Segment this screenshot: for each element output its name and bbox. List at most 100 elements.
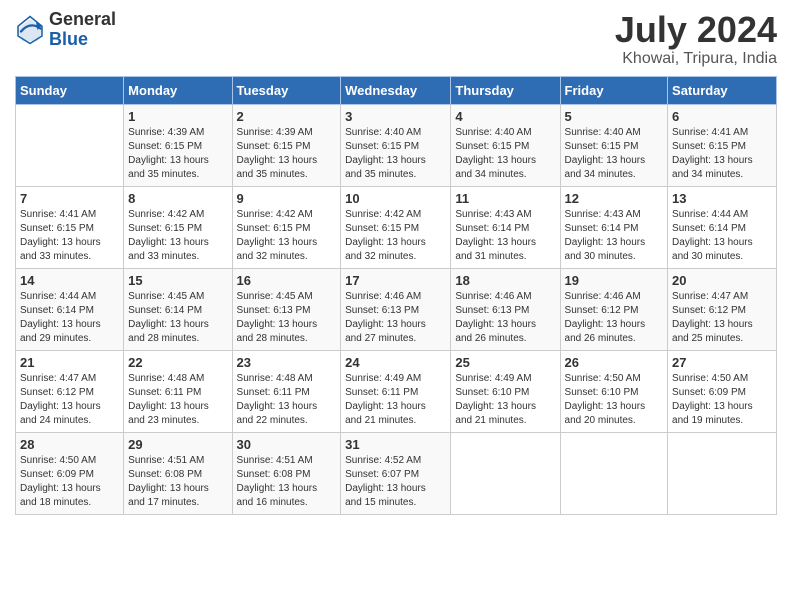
day-info: Sunrise: 4:46 AMSunset: 6:12 PMDaylight:… — [565, 290, 664, 346]
day-info: Sunrise: 4:46 AMSunset: 6:13 PMDaylight:… — [345, 290, 446, 346]
day-number: 18 — [455, 273, 555, 288]
day-number: 30 — [237, 437, 337, 452]
day-cell — [560, 432, 668, 514]
header-cell-monday: Monday — [124, 76, 232, 104]
day-number: 24 — [345, 355, 446, 370]
day-info: Sunrise: 4:47 AMSunset: 6:12 PMDaylight:… — [20, 372, 119, 428]
day-number: 29 — [128, 437, 227, 452]
day-cell: 2 Sunrise: 4:39 AMSunset: 6:15 PMDaylight… — [232, 104, 341, 186]
day-info: Sunrise: 4:51 AMSunset: 6:08 PMDaylight:… — [128, 454, 227, 510]
day-number: 2 — [237, 109, 337, 124]
logo-general: General — [49, 9, 116, 29]
day-cell: 10 Sunrise: 4:42 AMSunset: 6:15 PMDayligh… — [341, 186, 451, 268]
day-number: 12 — [565, 191, 664, 206]
day-cell: 28 Sunrise: 4:50 AMSunset: 6:09 PMDayligh… — [16, 432, 124, 514]
day-number: 3 — [345, 109, 446, 124]
week-row-4: 21Sunrise: 4:47 AMSunset: 6:12 PMDayligh… — [16, 350, 777, 432]
day-cell: 30 Sunrise: 4:51 AMSunset: 6:08 PMDayligh… — [232, 432, 341, 514]
day-number: 11 — [455, 191, 555, 206]
day-info: Sunrise: 4:40 AMSunset: 6:15 PMDaylight:… — [345, 126, 446, 182]
day-info: Sunrise: 4:49 AMSunset: 6:11 PMDaylight:… — [345, 372, 446, 428]
day-info: Sunrise: 4:42 AMSunset: 6:15 PMDaylight:… — [345, 208, 446, 264]
day-number: 17 — [345, 273, 446, 288]
calendar-table: SundayMondayTuesdayWednesdayThursdayFrid… — [15, 76, 777, 515]
week-row-2: 7 Sunrise: 4:41 AMSunset: 6:15 PMDaylight… — [16, 186, 777, 268]
day-number: 14 — [20, 273, 119, 288]
day-number: 4 — [455, 109, 555, 124]
day-cell: 24 Sunrise: 4:49 AMSunset: 6:11 PMDayligh… — [341, 350, 451, 432]
day-info: Sunrise: 4:50 AMSunset: 6:09 PMDaylight:… — [672, 372, 772, 428]
day-cell — [16, 104, 124, 186]
day-cell: 17 Sunrise: 4:46 AMSunset: 6:13 PMDayligh… — [341, 268, 451, 350]
day-info: Sunrise: 4:51 AMSunset: 6:08 PMDaylight:… — [237, 454, 337, 510]
day-cell: 29 Sunrise: 4:51 AMSunset: 6:08 PMDayligh… — [124, 432, 232, 514]
day-info: Sunrise: 4:40 AMSunset: 6:15 PMDaylight:… — [455, 126, 555, 182]
day-number: 7 — [20, 191, 119, 206]
day-cell: 19Sunrise: 4:46 AMSunset: 6:12 PMDayligh… — [560, 268, 668, 350]
day-cell: 9Sunrise: 4:42 AMSunset: 6:15 PMDaylight… — [232, 186, 341, 268]
day-number: 10 — [345, 191, 446, 206]
header-cell-thursday: Thursday — [451, 76, 560, 104]
day-cell: 23 Sunrise: 4:48 AMSunset: 6:11 PMDayligh… — [232, 350, 341, 432]
header-cell-friday: Friday — [560, 76, 668, 104]
day-cell: 8 Sunrise: 4:42 AMSunset: 6:15 PMDaylight… — [124, 186, 232, 268]
day-info: Sunrise: 4:52 AMSunset: 6:07 PMDaylight:… — [345, 454, 446, 510]
day-cell: 14 Sunrise: 4:44 AMSunset: 6:14 PMDayligh… — [16, 268, 124, 350]
day-cell: 15Sunrise: 4:45 AMSunset: 6:14 PMDayligh… — [124, 268, 232, 350]
day-info: Sunrise: 4:39 AMSunset: 6:15 PMDaylight:… — [128, 126, 227, 182]
calendar-header-row: SundayMondayTuesdayWednesdayThursdayFrid… — [16, 76, 777, 104]
page-header: General Blue July 2024 Khowai, Tripura, … — [15, 10, 777, 68]
week-row-1: 1 Sunrise: 4:39 AMSunset: 6:15 PMDaylight… — [16, 104, 777, 186]
day-info: Sunrise: 4:49 AMSunset: 6:10 PMDaylight:… — [455, 372, 555, 428]
day-number: 16 — [237, 273, 337, 288]
month-year-title: July 2024 — [615, 10, 777, 50]
day-info: Sunrise: 4:43 AMSunset: 6:14 PMDaylight:… — [455, 208, 555, 264]
day-info: Sunrise: 4:44 AMSunset: 6:14 PMDaylight:… — [672, 208, 772, 264]
day-info: Sunrise: 4:50 AMSunset: 6:09 PMDaylight:… — [20, 454, 119, 510]
day-number: 22 — [128, 355, 227, 370]
day-cell: 4 Sunrise: 4:40 AMSunset: 6:15 PMDaylight… — [451, 104, 560, 186]
day-cell: 20Sunrise: 4:47 AMSunset: 6:12 PMDayligh… — [668, 268, 777, 350]
logo-icon — [15, 15, 45, 45]
day-number: 1 — [128, 109, 227, 124]
day-number: 9 — [237, 191, 337, 206]
day-number: 13 — [672, 191, 772, 206]
day-cell: 12 Sunrise: 4:43 AMSunset: 6:14 PMDayligh… — [560, 186, 668, 268]
location-subtitle: Khowai, Tripura, India — [615, 50, 777, 68]
day-info: Sunrise: 4:48 AMSunset: 6:11 PMDaylight:… — [237, 372, 337, 428]
day-info: Sunrise: 4:40 AMSunset: 6:15 PMDaylight:… — [565, 126, 664, 182]
day-number: 8 — [128, 191, 227, 206]
header-cell-sunday: Sunday — [16, 76, 124, 104]
day-number: 26 — [565, 355, 664, 370]
day-cell: 13 Sunrise: 4:44 AMSunset: 6:14 PMDayligh… — [668, 186, 777, 268]
day-cell — [668, 432, 777, 514]
day-cell — [451, 432, 560, 514]
day-info: Sunrise: 4:41 AMSunset: 6:15 PMDaylight:… — [672, 126, 772, 182]
day-info: Sunrise: 4:44 AMSunset: 6:14 PMDaylight:… — [20, 290, 119, 346]
logo-blue: Blue — [49, 29, 88, 49]
day-number: 28 — [20, 437, 119, 452]
week-row-5: 28 Sunrise: 4:50 AMSunset: 6:09 PMDayligh… — [16, 432, 777, 514]
day-info: Sunrise: 4:42 AMSunset: 6:15 PMDaylight:… — [128, 208, 227, 264]
day-cell: 27 Sunrise: 4:50 AMSunset: 6:09 PMDayligh… — [668, 350, 777, 432]
day-info: Sunrise: 4:41 AMSunset: 6:15 PMDaylight:… — [20, 208, 119, 264]
day-info: Sunrise: 4:39 AMSunset: 6:15 PMDaylight:… — [237, 126, 337, 182]
day-cell: 6Sunrise: 4:41 AMSunset: 6:15 PMDaylight… — [668, 104, 777, 186]
header-cell-tuesday: Tuesday — [232, 76, 341, 104]
header-cell-wednesday: Wednesday — [341, 76, 451, 104]
day-number: 23 — [237, 355, 337, 370]
day-cell: 16 Sunrise: 4:45 AMSunset: 6:13 PMDayligh… — [232, 268, 341, 350]
day-cell: 3 Sunrise: 4:40 AMSunset: 6:15 PMDaylight… — [341, 104, 451, 186]
day-cell: 21Sunrise: 4:47 AMSunset: 6:12 PMDayligh… — [16, 350, 124, 432]
day-number: 31 — [345, 437, 446, 452]
day-info: Sunrise: 4:47 AMSunset: 6:12 PMDaylight:… — [672, 290, 772, 346]
day-info: Sunrise: 4:45 AMSunset: 6:13 PMDaylight:… — [237, 290, 337, 346]
day-number: 5 — [565, 109, 664, 124]
day-info: Sunrise: 4:43 AMSunset: 6:14 PMDaylight:… — [565, 208, 664, 264]
day-number: 27 — [672, 355, 772, 370]
day-cell: 7 Sunrise: 4:41 AMSunset: 6:15 PMDaylight… — [16, 186, 124, 268]
day-cell: 1 Sunrise: 4:39 AMSunset: 6:15 PMDaylight… — [124, 104, 232, 186]
day-info: Sunrise: 4:46 AMSunset: 6:13 PMDaylight:… — [455, 290, 555, 346]
calendar-body: 1 Sunrise: 4:39 AMSunset: 6:15 PMDaylight… — [16, 104, 777, 514]
day-cell: 18 Sunrise: 4:46 AMSunset: 6:13 PMDayligh… — [451, 268, 560, 350]
